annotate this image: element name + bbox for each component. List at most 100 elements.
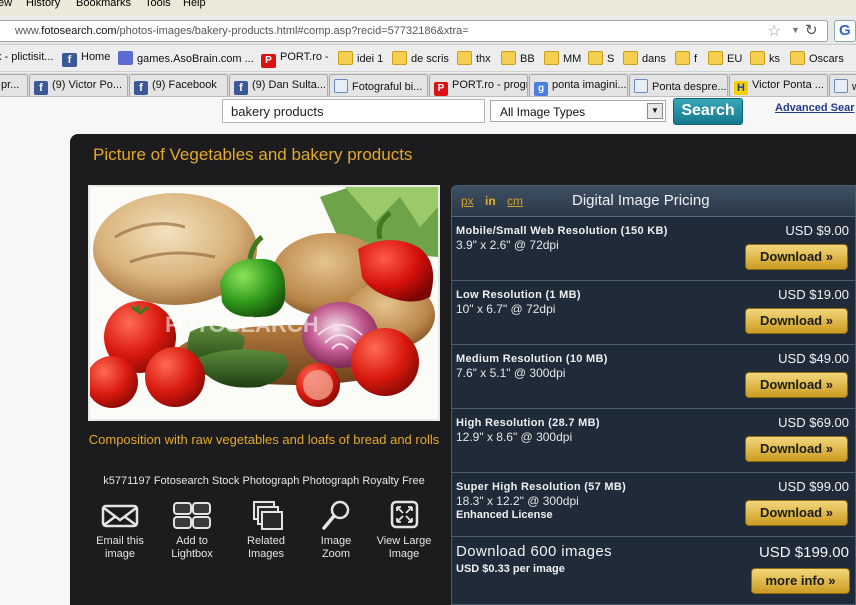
bookmark-folder[interactable]: Oscars	[790, 51, 844, 67]
facebook-icon: f	[34, 81, 48, 95]
vegetables-bread-image: FOTOSEARCH	[90, 187, 438, 419]
email-image-button[interactable]: Email this image	[86, 499, 154, 561]
chevron-down-icon: ▼	[647, 103, 663, 119]
unit-cm-link[interactable]: cm	[507, 194, 523, 208]
tab[interactable]: f (9) Dan Sulta...	[229, 74, 328, 96]
tab[interactable]: Fotograful bi...	[329, 74, 428, 96]
download-button[interactable]: Download »	[745, 244, 848, 270]
search-input[interactable]	[222, 99, 485, 123]
unit-selector: px in cm	[461, 194, 531, 208]
tab[interactable]: PPORT.ro - progr...	[429, 74, 528, 96]
folder-icon	[392, 51, 407, 65]
image-actions: Email this image Add to Lightbox Related Im…	[88, 499, 440, 569]
stock-info: k5771197 Fotosearch Stock Photograph Pho…	[103, 475, 425, 487]
image-type-select[interactable]: All Image Types ▼	[490, 100, 666, 122]
pricing-header: px in cm Digital Image Pricing	[452, 186, 855, 217]
search-button[interactable]: Search	[673, 98, 743, 125]
menu-help[interactable]: Help	[183, 0, 206, 9]
image-zoom-button[interactable]: Image Zoom	[302, 499, 370, 561]
product-photo[interactable]: FOTOSEARCH	[88, 185, 440, 421]
resolution-dims: 10" x 6.7" @ 72dpi	[456, 302, 556, 316]
price-value: USD $69.00	[778, 415, 849, 430]
tab[interactable]: w	[829, 74, 856, 96]
download-button[interactable]: Download »	[745, 308, 848, 334]
tab[interactable]: g ponta imagini...	[529, 74, 628, 96]
bookmarks-toolbar: x - plictisit... f Home games.AsoBrain.co…	[0, 46, 856, 72]
fotosearch-icon	[634, 79, 648, 93]
resolution-name: Mobile/Small Web Resolution (150 KB)	[456, 225, 668, 237]
image-detail-panel: Picture of Vegetables and bakery product…	[70, 134, 856, 605]
price-row: Medium Resolution (10 MB) 7.6" x 5.1" @ …	[452, 345, 855, 409]
page-content: All Image Types ▼ Search Advanced Sear P…	[0, 97, 856, 605]
price-row: Mobile/Small Web Resolution (150 KB) 3.9…	[452, 217, 855, 281]
folder-icon	[457, 51, 472, 65]
bookmark-folder[interactable]: BB	[501, 51, 535, 67]
add-to-lightbox-button[interactable]: Add to Lightbox	[158, 499, 226, 561]
port-icon: P	[261, 54, 276, 68]
bookmark-folder[interactable]: f	[675, 51, 697, 67]
folder-icon	[338, 51, 353, 65]
download-button[interactable]: Download »	[745, 500, 848, 526]
bookmark-folder[interactable]: dans	[623, 51, 666, 67]
unit-in-selected[interactable]: in	[485, 194, 496, 208]
tab[interactable]: f (9) Facebook	[129, 74, 228, 96]
bookmark-folder[interactable]: de scris	[392, 51, 449, 67]
bookmark-star-icon[interactable]: ☆	[767, 21, 781, 41]
folder-icon	[790, 51, 805, 65]
google-search-icon[interactable]: G	[834, 20, 856, 42]
bulk-price: USD $199.00	[758, 544, 849, 561]
view-large-image-button[interactable]: View Large Image	[370, 499, 438, 561]
price-row: Low Resolution (1 MB) 10" x 6.7" @ 72dpi…	[452, 281, 855, 345]
watermark-text: FOTOSEARCH	[165, 312, 319, 337]
price-row: Super High Resolution (57 MB) 18.3" x 12…	[452, 473, 855, 537]
facebook-icon: f	[62, 53, 77, 67]
view-large-icon	[390, 500, 419, 529]
bookmark-folder[interactable]: EU	[708, 51, 742, 67]
bookmark-item[interactable]: f Home	[62, 51, 110, 67]
h-icon: H	[734, 81, 748, 95]
bookmark-folder[interactable]: idei 1	[338, 51, 383, 67]
facebook-icon: f	[134, 81, 148, 95]
page-title: Picture of Vegetables and bakery product…	[93, 145, 413, 164]
resolution-name: Low Resolution (1 MB)	[456, 289, 581, 301]
tab[interactable]: f (9) Victor Po...	[29, 74, 128, 96]
navigation-bar: www.fotosearch.com/photos-images/bakery-…	[0, 17, 856, 45]
address-bar[interactable]: www.fotosearch.com/photos-images/bakery-…	[0, 20, 828, 42]
license-type: Enhanced License	[456, 509, 553, 521]
email-icon	[101, 504, 139, 528]
url-history-dropdown-icon[interactable]: ▼	[791, 25, 800, 35]
menu-bookmarks[interactable]: Bookmarks	[76, 0, 131, 9]
bookmark-folder[interactable]: ks	[750, 51, 780, 67]
download-button[interactable]: Download »	[745, 436, 848, 462]
related-images-button[interactable]: Related Images	[232, 499, 300, 561]
bulk-offer-title: Download 600 images	[456, 543, 613, 560]
bookmark-item[interactable]: x - plictisit...	[0, 51, 53, 67]
tab[interactable]: Ponta despre...	[629, 74, 728, 96]
resolution-dims: 3.9" x 2.6" @ 72dpi	[456, 238, 559, 252]
bookmark-item[interactable]: P PORT.ro -	[261, 51, 329, 68]
tab-strip: pr... f (9) Victor Po... f (9) Facebook f(…	[0, 73, 856, 97]
bulk-offer-row: Download 600 images USD $0.33 per image …	[452, 537, 855, 604]
pricing-box: px in cm Digital Image Pricing Mobile/Sm…	[451, 185, 856, 605]
fotosearch-icon	[334, 79, 348, 93]
tab[interactable]: H Victor Ponta ...	[729, 74, 828, 96]
bookmark-folder[interactable]: thx	[457, 51, 491, 67]
advanced-search-link[interactable]: Advanced Sear	[775, 102, 854, 114]
related-images-icon	[253, 501, 283, 530]
bulk-per-image: USD $0.33 per image	[456, 563, 565, 575]
tab[interactable]: pr...	[0, 74, 28, 96]
folder-icon	[544, 51, 559, 65]
unit-px-link[interactable]: px	[461, 194, 474, 208]
folder-icon	[588, 51, 603, 65]
bookmark-folder[interactable]: S	[588, 51, 614, 67]
port-icon: P	[434, 82, 448, 96]
menu-tools[interactable]: Tools	[145, 0, 171, 9]
bookmark-item[interactable]: games.AsoBrain.com ...	[118, 51, 254, 67]
bookmark-folder[interactable]: MM	[544, 51, 581, 67]
menu-history[interactable]: History	[26, 0, 60, 9]
menu-view[interactable]: ew	[0, 0, 12, 9]
reload-icon[interactable]: ↻	[805, 21, 818, 39]
download-button[interactable]: Download »	[745, 372, 848, 398]
price-value: USD $49.00	[778, 351, 849, 366]
more-info-button[interactable]: more info »	[751, 568, 850, 594]
